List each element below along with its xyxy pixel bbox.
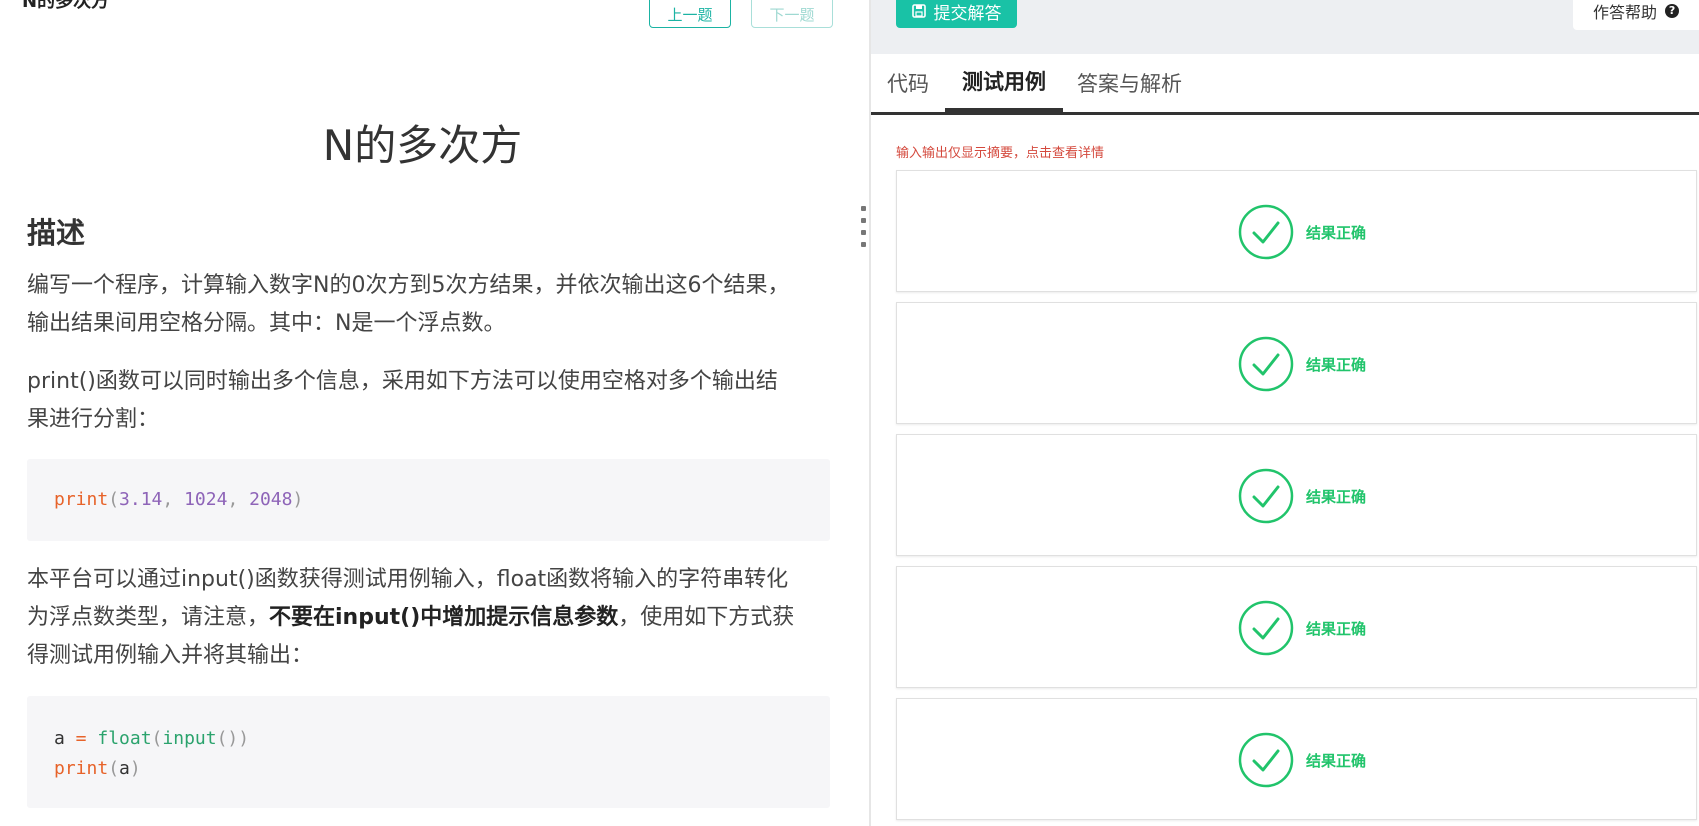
answer-help-button[interactable]: 作答帮助 ? <box>1573 0 1699 30</box>
para3-line1: 本平台可以通过input()函数获得测试用例输入，float函数将输入的字符串转… <box>27 567 789 592</box>
submit-label: 提交解答 <box>933 3 1002 24</box>
code-token: float <box>97 728 152 749</box>
tab-answer-analysis[interactable]: 答案与解析 <box>1077 54 1182 112</box>
description-heading: 描述 <box>27 216 86 250</box>
code-token: 2048 <box>249 489 293 510</box>
question-icon: ? <box>1665 4 1680 18</box>
splitter-grip-dot[interactable] <box>861 218 866 223</box>
code-block-print-example: print(3.14, 1024, 2048) <box>27 459 830 541</box>
tab-code[interactable]: 代码 <box>887 54 929 112</box>
test-case-status: 结果正确 <box>1306 355 1367 374</box>
splitter-grip-dot[interactable] <box>861 242 866 247</box>
save-icon <box>911 4 926 18</box>
para3-line2-bold: 不要在input()中增加提示信息参数 <box>269 605 619 630</box>
code-token: ()) <box>216 728 250 749</box>
para3-line2-post: ，使用如下方式获 <box>618 605 795 630</box>
check-circle-icon <box>1238 732 1294 788</box>
code-token: ) <box>292 489 304 510</box>
para1-line2: 输出结果间用空格分隔。其中：N是一个浮点数。 <box>27 311 506 336</box>
description-paragraph-2: print()函数可以同时输出多个信息，采用如下方法可以使用空格对多个输出结 果… <box>27 363 827 439</box>
code-token: 1024 <box>184 489 228 510</box>
test-case-result: 结果正确 <box>1238 732 1366 788</box>
test-case-card[interactable]: 结果正确 <box>896 698 1697 820</box>
code-token: = <box>64 728 98 749</box>
answer-panel: 提交解答 作答帮助 ? 代码 测试用例 答案与解析 输入输出仅显示摘要，点击查看… <box>871 0 1699 826</box>
para2-line1: print()函数可以同时输出多个信息，采用如下方法可以使用空格对多个输出结 <box>27 369 778 394</box>
description-paragraph-3: 本平台可以通过input()函数获得测试用例输入，float函数将输入的字符串转… <box>27 561 827 675</box>
code-token: ( <box>108 489 120 510</box>
check-circle-icon <box>1238 600 1294 656</box>
test-case-card[interactable]: 结果正确 <box>896 566 1697 688</box>
test-case-card[interactable]: 结果正确 <box>896 302 1697 424</box>
code-token: ( <box>108 758 120 779</box>
code-token: a <box>119 758 130 779</box>
test-case-result: 结果正确 <box>1238 600 1366 656</box>
tab-test-cases[interactable]: 测试用例 <box>945 54 1063 112</box>
test-case-result: 结果正确 <box>1238 336 1366 392</box>
para3-line2-pre: 为浮点数类型，请注意， <box>27 605 270 630</box>
para3-line2: 为浮点数类型，请注意，不要在input()中增加提示信息参数，使用如下方式获 <box>27 599 827 637</box>
tab-bar: 代码 测试用例 答案与解析 <box>871 54 1699 115</box>
code-token: a <box>54 728 65 749</box>
description-paragraph-1: 编写一个程序，计算输入数字N的0次方到5次方结果，并依次输出这6个结果， 输出结… <box>27 267 827 343</box>
test-case-status: 结果正确 <box>1306 751 1367 770</box>
check-circle-icon <box>1238 204 1294 260</box>
test-case-status: 结果正确 <box>1306 619 1367 638</box>
next-question-button[interactable]: 下一题 <box>751 0 833 28</box>
header-title: N的多次方 <box>22 0 110 12</box>
page-title: N的多次方 <box>322 121 523 170</box>
submit-answer-button[interactable]: 提交解答 <box>896 0 1017 28</box>
summary-notice: 输入输出仅显示摘要，点击查看详情 <box>896 146 1105 161</box>
code-token: ( <box>151 728 163 749</box>
prev-question-button[interactable]: 上一题 <box>649 0 731 28</box>
para3-line3: 得测试用例输入并将其输出： <box>27 643 314 668</box>
code-line-2: print(a) <box>54 754 830 784</box>
check-circle-icon <box>1238 468 1294 524</box>
code-token: , <box>227 489 250 510</box>
code-token: 3.14 <box>119 489 163 510</box>
test-case-status: 结果正确 <box>1306 223 1367 242</box>
splitter-grip-dot[interactable] <box>861 206 866 211</box>
test-case-result: 结果正确 <box>1238 204 1366 260</box>
problem-panel: N的多次方 上一题 下一题 N的多次方 描述 编写一个程序，计算输入数字N的0次… <box>0 0 869 826</box>
test-case-result: 结果正确 <box>1238 468 1366 524</box>
test-case-card[interactable]: 结果正确 <box>896 170 1697 292</box>
code-block-input-example: a = float(input()) print(a) <box>27 696 830 808</box>
para2-line2: 果进行分割： <box>27 407 160 432</box>
test-case-card[interactable]: 结果正确 <box>896 434 1697 556</box>
code-token: print <box>54 758 109 779</box>
check-circle-icon <box>1238 336 1294 392</box>
code-token: print <box>54 489 109 510</box>
code-token: input <box>162 728 217 749</box>
code-token: , <box>162 489 185 510</box>
test-case-status: 结果正确 <box>1306 487 1367 506</box>
para1-line1: 编写一个程序，计算输入数字N的0次方到5次方结果，并依次输出这6个结果， <box>27 273 790 298</box>
splitter-grip-dot[interactable] <box>861 230 866 235</box>
code-line-1: a = float(input()) <box>54 724 830 754</box>
code-token: ) <box>129 758 141 779</box>
help-label: 作答帮助 <box>1593 3 1658 22</box>
